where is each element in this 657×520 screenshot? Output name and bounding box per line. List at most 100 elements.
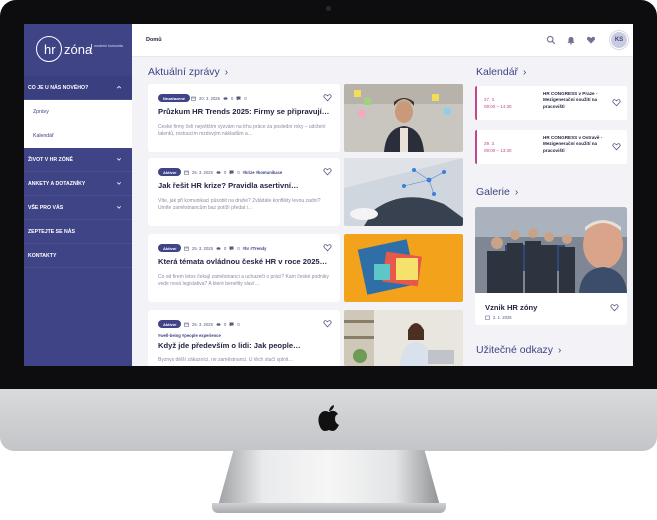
calendar-icon <box>485 315 490 320</box>
article-comments: 0 <box>237 169 240 175</box>
article-meta: 25. 3. 2025 0 0 #krize #komunikace <box>184 168 282 176</box>
article-title[interactable]: Jak řešit HR krize? Pravidla asertivní… <box>158 181 334 190</box>
article-title[interactable]: Když jde především o lidi: Jak people… <box>158 341 334 350</box>
article-excerpt: Co od firem letos čekají zaměstnanci a u… <box>158 274 329 288</box>
eye-icon <box>216 170 221 174</box>
news-card[interactable]: Nezařazené 20. 3. 2025 0 0 Průzkum HR Tr… <box>148 84 340 152</box>
nav-sub-kalendar[interactable]: Kalendář <box>24 124 132 148</box>
article-image[interactable] <box>344 310 463 366</box>
heart-icon[interactable] <box>586 35 596 45</box>
article-tags[interactable]: #hr #Trendy <box>243 246 267 251</box>
nav-sub-label: Zprávy <box>33 109 49 115</box>
article-excerpt: Víte, jak při komunikaci působit na druh… <box>158 198 321 212</box>
monitor-stand <box>218 450 440 506</box>
nav-zivot-v-hr-zone[interactable]: ŽIVOT V HR ZÓNĚ <box>24 148 132 172</box>
gallery-item-meta: 2. 1. 2025 <box>485 315 512 320</box>
chevron-right-icon: › <box>514 186 519 198</box>
calendar-event[interactable]: 27. 3. 09:00 – 14:30 HR CONGRESS v Praze… <box>475 86 627 120</box>
event-title[interactable]: HR CONGRESS v Ostravě - Mezigenerační so… <box>543 135 609 154</box>
heart-icon[interactable] <box>612 98 621 107</box>
article-date: 25. 3. 2025 <box>192 169 213 175</box>
heart-icon[interactable] <box>323 167 332 176</box>
event-date: 29. 3. <box>484 141 496 146</box>
gallery-card[interactable]: Vznik HR zóny 2. 1. 2025 <box>475 207 627 325</box>
nav-label: ZEPTEJTE SE NÁS <box>28 228 75 235</box>
status-badge: Aktivní <box>158 168 182 176</box>
nav-sub-zpravy[interactable]: Zprávy <box>24 100 132 124</box>
news-card[interactable]: Aktivní 25. 3. 2025 0 0 #hr #Trendy Kter… <box>148 234 340 302</box>
article-date: 20. 3. 2025 <box>199 95 220 101</box>
heart-icon[interactable] <box>323 319 332 328</box>
calendar-section-label: Kalendář <box>476 66 519 78</box>
status-badge: Nezařazené <box>158 94 191 102</box>
article-meta: 25. 3. 2025 0 0 #hr #Trendy <box>184 244 266 252</box>
article-tags[interactable]: #well-being #people experience <box>158 333 221 338</box>
article-comments: 0 <box>244 95 247 101</box>
nav-vse-pro-vas[interactable]: VŠE PRO VÁS <box>24 196 132 220</box>
top-bar: Domů KS <box>132 24 633 57</box>
status-badge: Aktivní <box>158 244 182 252</box>
gallery-section-label: Galerie <box>476 186 510 198</box>
article-image[interactable] <box>344 84 463 152</box>
article-image[interactable] <box>344 158 463 226</box>
article-meta: 20. 3. 2025 0 0 <box>191 94 247 102</box>
screen: hr zóna moderní komunita CO JE U NÁS NOV… <box>24 24 633 366</box>
news-section-title[interactable]: Aktuální zprávy › <box>148 66 228 78</box>
article-title[interactable]: Průzkum HR Trends 2025: Firmy se připrav… <box>158 107 334 116</box>
event-time: 09:00 – 13:30 <box>484 148 512 153</box>
article-image[interactable] <box>344 234 463 302</box>
article-views: 0 <box>223 169 227 175</box>
nav-label: ANKETY A DOTAZNÍKY <box>28 180 86 187</box>
gallery-section-title[interactable]: Galerie › <box>476 186 518 198</box>
article-meta-tags: #well-being #people experience <box>158 331 221 339</box>
heart-icon[interactable] <box>610 303 619 312</box>
nav-label: CO JE U NÁS NOVÉHO? <box>28 84 89 91</box>
news-section-label: Aktuální zprávy <box>148 66 220 78</box>
eye-icon <box>216 246 221 250</box>
nav-co-je-noveho[interactable]: CO JE U NÁS NOVÉHO? <box>24 76 132 100</box>
gallery-item-date: 2. 1. 2025 <box>493 315 512 320</box>
calendar-icon <box>184 246 189 251</box>
news-card[interactable]: Aktivní 25. 3. 2025 0 0 #krize #komunika… <box>148 158 340 226</box>
calendar-section-title[interactable]: Kalendář › <box>476 66 526 78</box>
user-avatar[interactable]: KS <box>610 31 628 49</box>
status-badge: Aktivní <box>158 320 182 328</box>
event-title[interactable]: HR CONGRESS v Praze - Mezigenerační souž… <box>543 91 609 110</box>
calendar-icon <box>184 170 189 175</box>
article-date: 25. 3. 2025 <box>192 245 213 251</box>
comment-icon <box>229 246 234 250</box>
eye-icon <box>216 322 221 326</box>
event-datetime: 27. 3. 09:00 – 14:30 <box>484 96 512 110</box>
gallery-item-title[interactable]: Vznik HR zóny <box>485 303 537 312</box>
nav-zeptejte-se[interactable]: ZEPTEJTE SE NÁS <box>24 220 132 244</box>
comment-icon <box>236 96 241 100</box>
heart-icon[interactable] <box>323 243 332 252</box>
comment-icon <box>229 322 234 326</box>
calendar-event[interactable]: 29. 3. 09:00 – 13:30 HR CONGRESS v Ostra… <box>475 130 627 164</box>
hr-zona-logo[interactable]: hr zóna moderní komunita <box>34 36 124 64</box>
article-excerpt: Byznys délší zákazníci, ne zaměstnanci. … <box>158 357 294 363</box>
calendar-icon <box>191 96 196 101</box>
breadcrumb[interactable]: Domů <box>146 37 162 43</box>
search-icon[interactable] <box>546 35 556 45</box>
news-card[interactable]: Aktivní 25. 3. 2025 0 0 #well-being #peo… <box>148 310 340 366</box>
chevron-right-icon: › <box>558 344 562 356</box>
comment-icon <box>229 170 234 174</box>
heart-icon[interactable] <box>323 93 332 102</box>
nav-label: KONTAKTY <box>28 252 57 259</box>
logo-tagline: moderní komunita <box>91 44 125 49</box>
event-time: 09:00 – 14:30 <box>484 104 512 109</box>
bell-icon[interactable] <box>566 35 576 45</box>
article-tags[interactable]: #krize #komunikace <box>243 170 283 175</box>
gallery-image[interactable] <box>475 207 627 293</box>
chevron-right-icon: › <box>224 66 229 78</box>
chevron-right-icon: › <box>523 66 527 78</box>
chevron-down-icon <box>116 182 122 185</box>
useful-links-section-title[interactable]: Užitečné odkazy › <box>476 344 561 356</box>
heart-icon[interactable] <box>612 142 621 151</box>
eye-icon <box>223 96 228 100</box>
article-title[interactable]: Která témata ovládnou české HR v roce 20… <box>158 257 334 266</box>
nav-kontakty[interactable]: KONTAKTY <box>24 244 132 268</box>
logo-hr-text: hr <box>44 42 56 57</box>
nav-ankety[interactable]: ANKETY A DOTAZNÍKY <box>24 172 132 196</box>
